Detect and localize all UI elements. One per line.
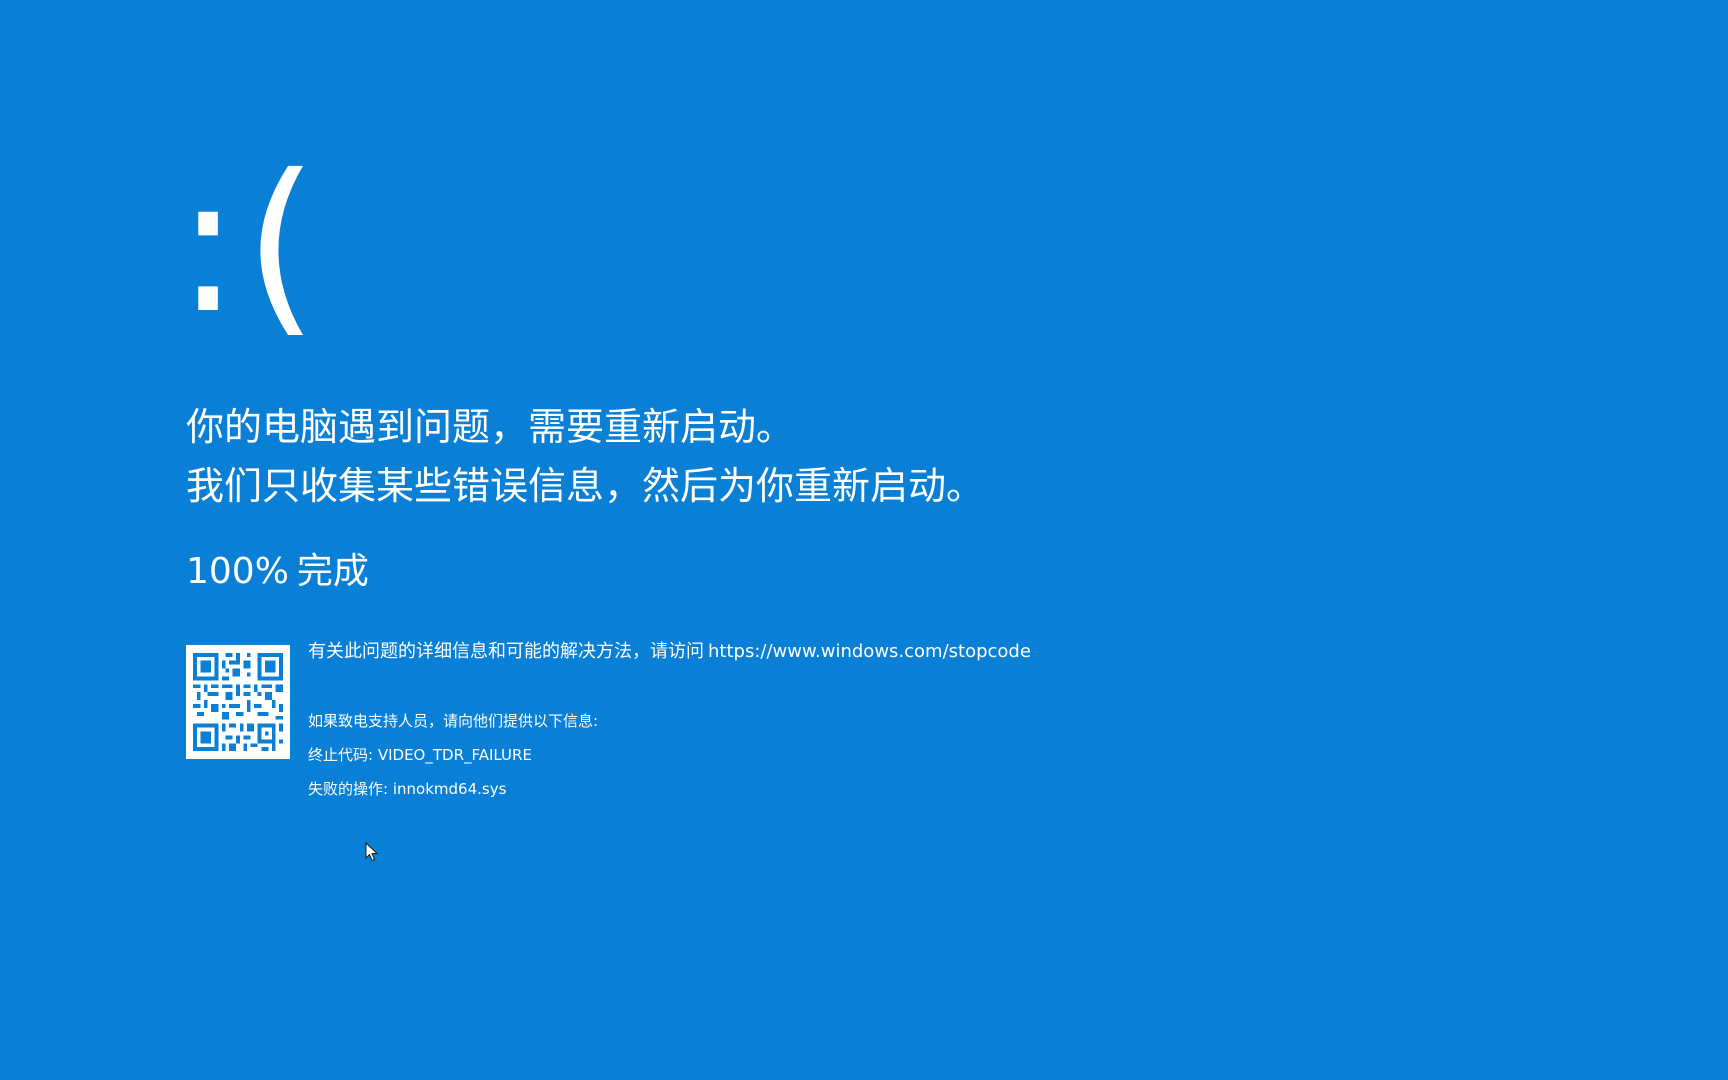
failed-operation-label: 失败的操作: [308,780,389,798]
progress-label: 完成 [296,551,369,592]
progress-status: 100% 完成 [186,548,369,596]
stopcode-url: https://www.windows.com/stopcode [708,641,1031,662]
bsod-screen: :( 你的电脑遇到问题，需要重新启动。 我们只收集某些错误信息，然后为你重新启动… [0,0,1728,1080]
headline-line-2: 我们只收集某些错误信息，然后为你重新启动。 [186,464,985,508]
stop-code-value: VIDEO_TDR_FAILURE [377,746,532,764]
progress-percent: 100% [186,551,289,592]
qr-code-icon [186,645,290,759]
sad-face-emoticon: :( [176,134,323,355]
more-info-text: 有关此问题的详细信息和可能的解决方法，请访问 [308,641,704,662]
more-info-block: 有关此问题的详细信息和可能的解决方法，请访问 https://www.window… [308,637,1031,667]
mouse-pointer-icon [365,841,379,862]
headline-line-1: 你的电脑遇到问题，需要重新启动。 [186,405,795,449]
failed-operation-line: 失败的操作: innokmd64.sys [308,772,598,806]
error-headline: 你的电脑遇到问题，需要重新启动。 我们只收集某些错误信息，然后为你重新启动。 [186,398,984,516]
stop-code-line: 终止代码: VIDEO_TDR_FAILURE [308,738,598,772]
more-info-line: 有关此问题的详细信息和可能的解决方法，请访问 https://www.window… [308,637,1031,667]
support-intro: 如果致电支持人员，请向他们提供以下信息: [308,712,599,730]
support-info: 如果致电支持人员，请向他们提供以下信息: 终止代码: VIDEO_TDR_FAI… [308,704,598,806]
failed-operation-value: innokmd64.sys [392,780,507,798]
stop-code-label: 终止代码: [308,746,374,764]
